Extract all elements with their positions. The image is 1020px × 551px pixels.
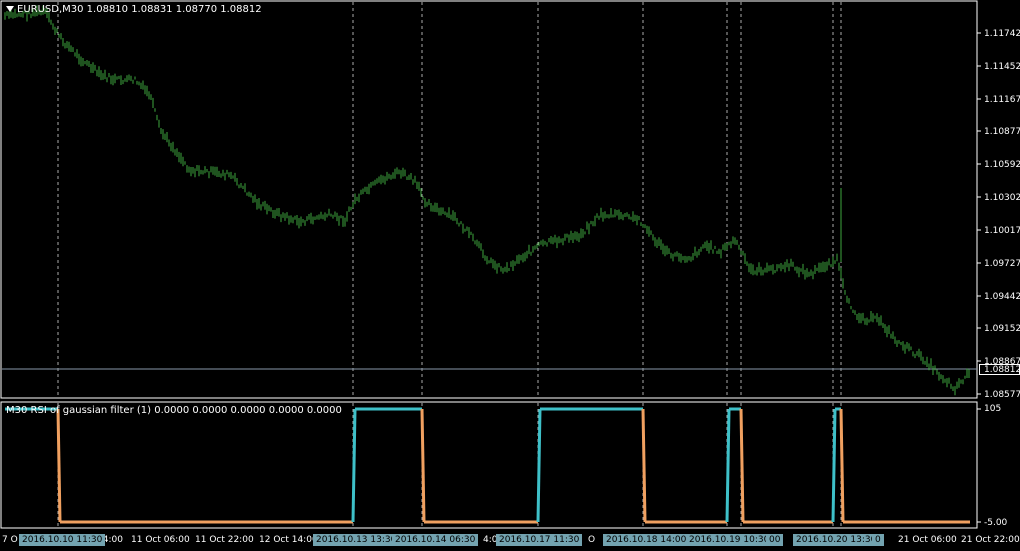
price-label: 1.09152 [984,324,1020,334]
time-label: 11 Oct 06:00 [131,535,190,545]
current-price-tag: 1.08812 [979,364,1020,375]
indicator-line [725,408,731,523]
indicator-header: M30 RSI of gaussian filter (1) 0.0000 0.… [6,405,342,416]
price-label: 1.11452 [984,62,1020,72]
time-label: 12 Oct 14:00 [259,535,318,545]
time-marker-badge[interactable]: 00 [766,534,784,546]
chart-header: EURUSD,M30 1.08810 1.08831 1.08770 1.088… [6,4,262,15]
price-label: 1.10592 [984,160,1020,170]
time-label: 7 O [2,535,18,545]
menu-triangle-icon[interactable] [6,6,14,12]
time-marker-badge[interactable]: 2016.10.18 14:00 [603,534,690,546]
indicator-line [420,408,426,523]
price-label: 1.10302 [984,193,1020,203]
time-marker-badge[interactable]: 2016.10.14 06:30 [392,534,479,546]
indicator-chart[interactable] [0,401,1020,529]
time-label: 11 Oct 22:00 [195,535,254,545]
price-label: 1.11742 [984,29,1020,39]
indicator-line [351,408,357,523]
indicator-line [641,408,647,523]
price-chart[interactable] [0,0,1020,401]
price-label: 1.08577 [984,390,1020,400]
indicator-line [839,408,845,523]
price-label: 1.09727 [984,259,1020,269]
time-marker-badge[interactable]: 2016.10.17 11:30 [496,534,583,546]
indicator-line [831,408,837,523]
time-label: O [588,535,596,545]
indicator-line [56,408,62,523]
time-marker-badge[interactable]: 2016.10.10 11:30 [19,534,106,546]
indicator-scale-top: 105 [984,404,1002,414]
time-marker-badge[interactable]: 2016.10.20 13:30 [793,534,880,546]
price-label: 1.10017 [984,226,1020,236]
time-marker-badge[interactable]: 2016.10.19 10:30 [686,534,773,546]
time-marker-badge[interactable]: 2016.10.13 13:30 [313,534,400,546]
time-marker-badge[interactable]: 0 [872,534,884,546]
indicator-line [536,408,542,523]
indicator-line [739,408,745,523]
price-label: 1.11167 [984,95,1020,105]
indicator-scale-bottom: -5.00 [984,518,1008,528]
time-label: 21 Oct 06:00 [898,535,957,545]
symbol-info: EURUSD,M30 1.08810 1.08831 1.08770 1.088… [17,4,262,15]
chart-frame [0,0,978,399]
time-label: 21 Oct 22:00 [961,535,1020,545]
price-label: 1.09442 [984,292,1020,302]
indicator-frame [0,401,978,529]
price-label: 1.10877 [984,127,1020,137]
